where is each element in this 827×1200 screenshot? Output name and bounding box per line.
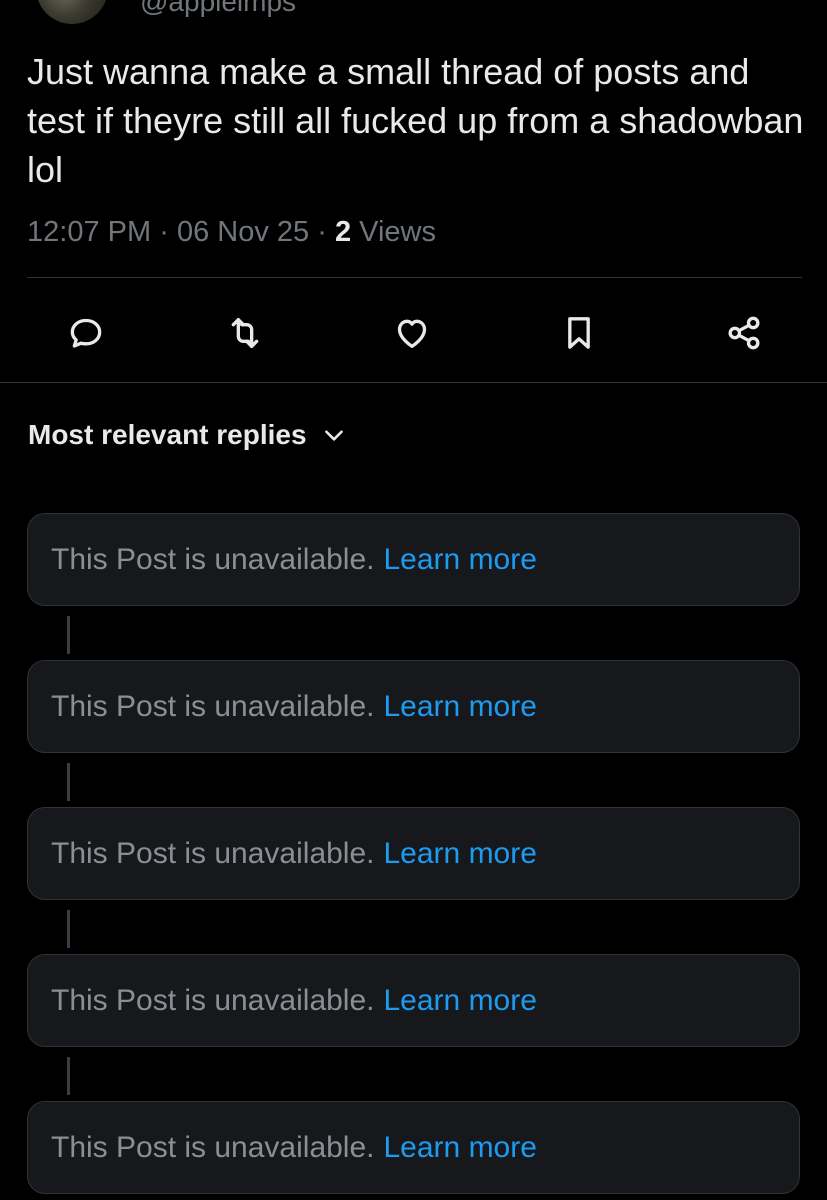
bookmark-icon xyxy=(568,317,590,349)
learn-more-link[interactable]: Learn more xyxy=(384,837,537,871)
share-icon xyxy=(728,316,760,350)
reply-button[interactable] xyxy=(58,305,114,361)
unavailable-post-card: This Post is unavailable. Learn more xyxy=(27,1101,800,1194)
reply-icon xyxy=(70,318,102,348)
unavailable-message: This Post is unavailable. xyxy=(51,542,375,576)
like-button[interactable] xyxy=(384,305,440,361)
meta-separator: · xyxy=(159,216,169,248)
unavailable-post-card: This Post is unavailable. Learn more xyxy=(27,807,800,900)
unavailable-post-card: This Post is unavailable. Learn more xyxy=(27,660,800,753)
views-label[interactable]: Views xyxy=(359,216,436,248)
unavailable-message: This Post is unavailable. xyxy=(51,1130,375,1164)
like-icon xyxy=(397,319,427,348)
unavailable-message: This Post is unavailable. xyxy=(51,689,375,723)
replies-sort-label: Most relevant replies xyxy=(28,419,307,450)
repost-icon xyxy=(231,318,259,348)
author-handle[interactable]: @appleimps xyxy=(140,0,296,18)
divider xyxy=(0,382,827,383)
author-strip: @appleimps xyxy=(0,0,827,24)
thread-connector-line xyxy=(67,910,70,948)
post-text: Just wanna make a small thread of posts … xyxy=(27,51,804,190)
post-date[interactable]: 06 Nov 25 xyxy=(177,216,309,248)
action-bar xyxy=(0,305,827,361)
bookmark-button[interactable] xyxy=(551,305,607,361)
thread-connector-line xyxy=(67,763,70,801)
repost-button[interactable] xyxy=(217,305,273,361)
avatar[interactable] xyxy=(36,0,108,24)
views-count[interactable]: 2 xyxy=(335,216,351,248)
thread-connector-line xyxy=(67,616,70,654)
meta-separator: · xyxy=(317,216,327,248)
unavailable-message: This Post is unavailable. xyxy=(51,983,375,1017)
thread-connector-line xyxy=(67,1057,70,1095)
learn-more-link[interactable]: Learn more xyxy=(384,1131,537,1165)
learn-more-link[interactable]: Learn more xyxy=(384,690,537,724)
divider xyxy=(27,277,802,278)
unavailable-message: This Post is unavailable. xyxy=(51,836,375,870)
learn-more-link[interactable]: Learn more xyxy=(384,984,537,1018)
replies-sort-dropdown[interactable]: Most relevant replies xyxy=(28,414,347,456)
chevron-down-icon xyxy=(324,430,343,441)
share-button[interactable] xyxy=(716,305,772,361)
post-meta: 12:07 PM · 06 Nov 25 · 2 Views xyxy=(27,212,436,252)
unavailable-post-card: This Post is unavailable. Learn more xyxy=(27,513,800,606)
unavailable-post-card: This Post is unavailable. Learn more xyxy=(27,954,800,1047)
post-time[interactable]: 12:07 PM xyxy=(27,216,151,248)
learn-more-link[interactable]: Learn more xyxy=(384,543,537,577)
